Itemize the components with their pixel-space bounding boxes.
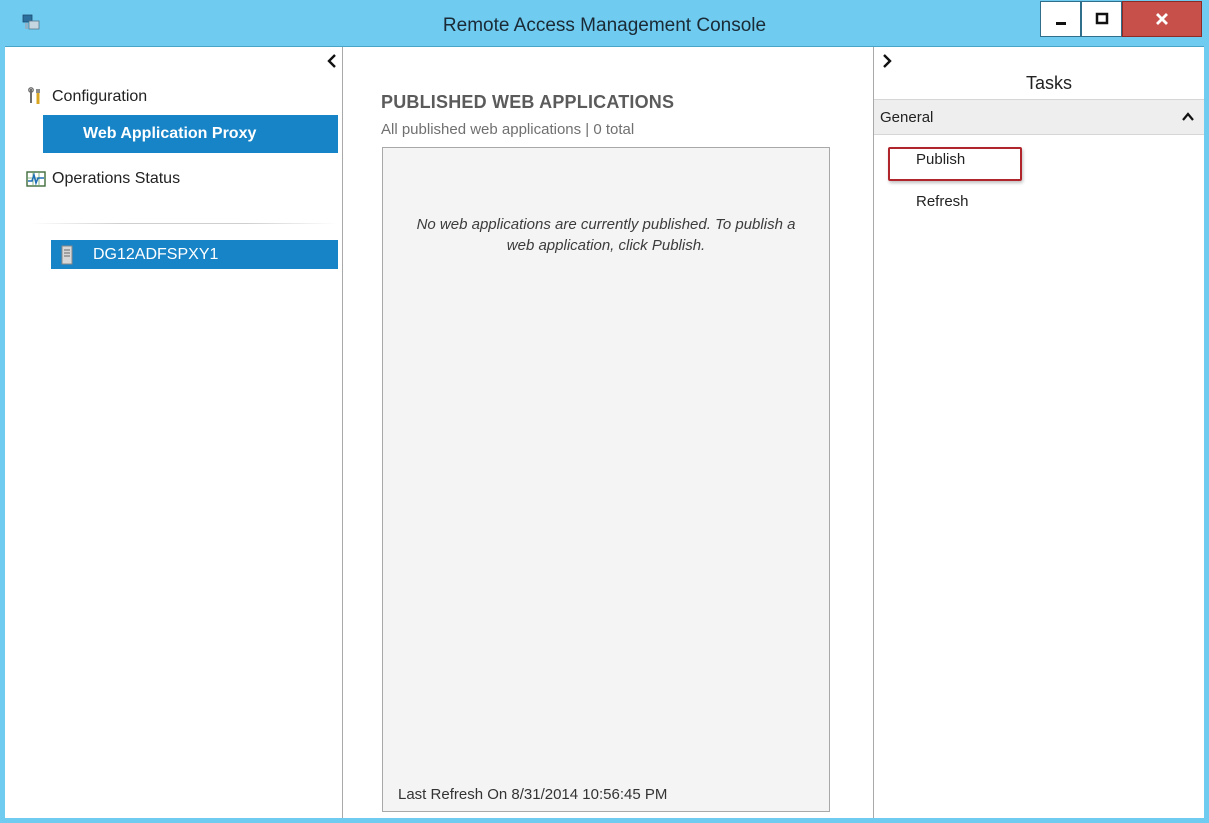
- publish-task-link[interactable]: Publish: [916, 151, 965, 168]
- monitor-icon: [26, 171, 46, 187]
- tasks-pane: Tasks General Publish Refresh: [873, 47, 1204, 818]
- server-name: DG12ADFSPXY1: [93, 245, 219, 263]
- page-title: PUBLISHED WEB APPLICATIONS: [381, 92, 675, 112]
- section-header-general[interactable]: General: [874, 99, 1204, 135]
- tasks-title: Tasks: [1025, 73, 1072, 93]
- nav-item-label: Web Application Proxy: [83, 125, 257, 142]
- title-bar[interactable]: Remote Access Management Console: [0, 0, 1209, 46]
- nav-item-operations-status[interactable]: Operations Status: [26, 169, 180, 189]
- nav-item-configuration[interactable]: Configuration: [26, 87, 147, 107]
- nav-item-label: Operations Status: [52, 170, 181, 187]
- last-refresh-text: Last Refresh On 8/31/2014 10:56:45 PM: [398, 786, 668, 803]
- content-pane: PUBLISHED WEB APPLICATIONS All published…: [343, 47, 873, 818]
- empty-state-message: No web applications are currently publis…: [416, 216, 796, 254]
- chevron-up-icon[interactable]: [1182, 112, 1194, 122]
- applications-list[interactable]: No web applications are currently publis…: [382, 147, 830, 812]
- client-area: Configuration Web Application Proxy Oper…: [5, 46, 1204, 818]
- nav-separator: [30, 223, 338, 224]
- refresh-task-link[interactable]: Refresh: [916, 193, 969, 210]
- expand-pane-icon[interactable]: [880, 53, 894, 69]
- navigation-pane: Configuration Web Application Proxy Oper…: [5, 47, 343, 818]
- server-icon: [61, 245, 73, 264]
- section-label: General: [880, 108, 934, 126]
- nav-item-label: Configuration: [52, 88, 148, 105]
- minimize-icon: [1055, 22, 1066, 25]
- close-button[interactable]: [1122, 1, 1202, 37]
- tools-icon: [28, 87, 40, 104]
- server-item[interactable]: DG12ADFSPXY1: [51, 240, 338, 269]
- page-subtitle: All published web applications | 0 total: [381, 121, 635, 138]
- maximize-icon: [1095, 12, 1108, 25]
- collapse-pane-icon[interactable]: [325, 53, 339, 69]
- maximize-button[interactable]: [1081, 1, 1122, 37]
- window-title: Remote Access Management Console: [442, 15, 767, 36]
- minimize-button[interactable]: [1040, 1, 1081, 37]
- nav-item-web-application-proxy[interactable]: Web Application Proxy: [43, 115, 338, 153]
- close-icon: [1156, 13, 1168, 25]
- app-window: Remote Access Management Console Configu…: [0, 0, 1209, 823]
